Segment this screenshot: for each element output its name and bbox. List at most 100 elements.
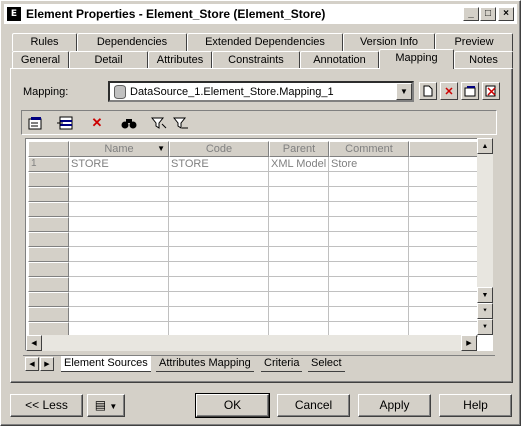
table-cell[interactable] (69, 232, 169, 247)
tab-dependencies[interactable]: Dependencies (77, 33, 187, 51)
row-number[interactable]: 1 (28, 157, 69, 172)
tab-mapping[interactable]: Mapping (379, 49, 454, 69)
table-cell-comment[interactable]: Store (329, 157, 409, 172)
table-cell[interactable] (409, 232, 478, 247)
tab-constraints[interactable]: Constraints (212, 51, 300, 69)
scroll-page-down-icon[interactable]: ⯆ (477, 303, 493, 319)
element-sources-grid[interactable]: Name ▼ Code Parent Comment 1 STORE STORE… (25, 138, 493, 351)
sheet-tab-element-sources[interactable]: Element Sources (61, 356, 151, 372)
table-cell[interactable] (69, 277, 169, 292)
table-cell[interactable] (169, 202, 269, 217)
row-header[interactable] (28, 307, 69, 322)
table-cell[interactable] (409, 307, 478, 322)
table-cell[interactable] (269, 307, 329, 322)
table-cell[interactable] (69, 292, 169, 307)
table-cell[interactable] (269, 247, 329, 262)
table-cell[interactable] (169, 277, 269, 292)
find-icon[interactable] (120, 114, 138, 132)
add-rows-icon[interactable] (56, 114, 74, 132)
table-cell[interactable] (169, 307, 269, 322)
tab-annotation[interactable]: Annotation (300, 51, 379, 69)
table-cell[interactable] (329, 247, 409, 262)
column-header-name[interactable]: Name ▼ (69, 141, 169, 157)
vertical-scrollbar[interactable]: ▲ ▼ ⯆ ▼ (477, 138, 493, 335)
filter-icon[interactable] (150, 114, 168, 132)
help-button[interactable]: Help (439, 394, 512, 417)
table-cell[interactable] (269, 172, 329, 187)
delete-icon[interactable]: ✕ (88, 114, 106, 132)
table-cell[interactable] (409, 217, 478, 232)
table-cell[interactable] (69, 307, 169, 322)
table-cell[interactable] (409, 277, 478, 292)
clear-filter-icon[interactable] (172, 114, 190, 132)
table-cell[interactable] (69, 202, 169, 217)
table-cell[interactable] (69, 217, 169, 232)
tab-rules[interactable]: Rules (12, 33, 77, 51)
row-header[interactable] (28, 247, 69, 262)
row-header[interactable] (28, 262, 69, 277)
tab-extended-dependencies[interactable]: Extended Dependencies (187, 33, 343, 51)
sheet-tab-attributes-mapping[interactable]: Attributes Mapping (156, 356, 254, 372)
table-cell[interactable] (269, 292, 329, 307)
sheet-prev-icon[interactable]: ◀ (25, 357, 39, 371)
table-cell[interactable] (269, 232, 329, 247)
scroll-left-icon[interactable]: ◀ (26, 335, 42, 351)
row-header[interactable] (28, 217, 69, 232)
table-cell[interactable] (329, 277, 409, 292)
options-menu-button[interactable]: ▤ ▼ (87, 394, 125, 417)
table-cell-parent[interactable]: XML Model (269, 157, 329, 172)
table-cell[interactable] (169, 247, 269, 262)
table-cell[interactable] (269, 187, 329, 202)
table-cell[interactable] (409, 187, 478, 202)
tab-attributes[interactable]: Attributes (148, 51, 212, 69)
maximize-button[interactable]: □ (480, 7, 496, 21)
table-cell[interactable] (269, 262, 329, 277)
scroll-down-icon[interactable]: ▼ (477, 287, 493, 303)
row-header[interactable] (28, 292, 69, 307)
title-bar[interactable]: E Element Properties - Element_Store (El… (4, 4, 517, 24)
table-cell[interactable] (409, 202, 478, 217)
sheet-tab-select[interactable]: Select (308, 356, 345, 372)
column-header-code[interactable]: Code (169, 141, 269, 157)
table-cell[interactable] (409, 292, 478, 307)
table-cell[interactable] (329, 307, 409, 322)
mapping-select[interactable]: DataSource_1.Element_Store.Mapping_1 ▼ (108, 81, 414, 102)
table-cell[interactable] (69, 187, 169, 202)
table-cell[interactable] (329, 202, 409, 217)
table-cell[interactable] (169, 187, 269, 202)
table-cell[interactable] (169, 292, 269, 307)
minimize-button[interactable]: _ (463, 7, 479, 21)
table-cell-empty[interactable] (409, 157, 478, 172)
new-mapping-button[interactable] (419, 82, 437, 100)
table-cell[interactable] (409, 262, 478, 277)
table-cell[interactable] (409, 247, 478, 262)
mapping-options-button[interactable] (482, 82, 500, 100)
column-header-comment[interactable]: Comment (329, 141, 409, 157)
table-cell[interactable] (329, 217, 409, 232)
sheet-next-icon[interactable]: ▶ (40, 357, 54, 371)
scroll-right-icon[interactable]: ▶ (461, 335, 477, 351)
less-button[interactable]: << Less (10, 394, 83, 417)
table-cell[interactable] (169, 232, 269, 247)
scroll-up-icon[interactable]: ▲ (477, 138, 493, 154)
table-cell[interactable] (69, 172, 169, 187)
table-cell[interactable] (329, 232, 409, 247)
table-cell[interactable] (269, 202, 329, 217)
table-cell[interactable] (269, 277, 329, 292)
table-cell-name[interactable]: STORE (69, 157, 169, 172)
table-cell[interactable] (69, 262, 169, 277)
table-cell[interactable] (409, 172, 478, 187)
ok-button[interactable]: OK (195, 393, 270, 418)
table-cell[interactable] (169, 217, 269, 232)
row-header[interactable] (28, 202, 69, 217)
table-cell[interactable] (169, 172, 269, 187)
tab-general[interactable]: General (12, 51, 69, 69)
table-cell[interactable] (329, 187, 409, 202)
table-cell[interactable] (269, 217, 329, 232)
close-button[interactable]: × (498, 7, 514, 21)
row-header[interactable] (28, 232, 69, 247)
table-cell[interactable] (329, 292, 409, 307)
column-header-parent[interactable]: Parent (269, 141, 329, 157)
apply-button[interactable]: Apply (358, 394, 431, 417)
chevron-down-icon[interactable]: ▼ (396, 83, 412, 100)
